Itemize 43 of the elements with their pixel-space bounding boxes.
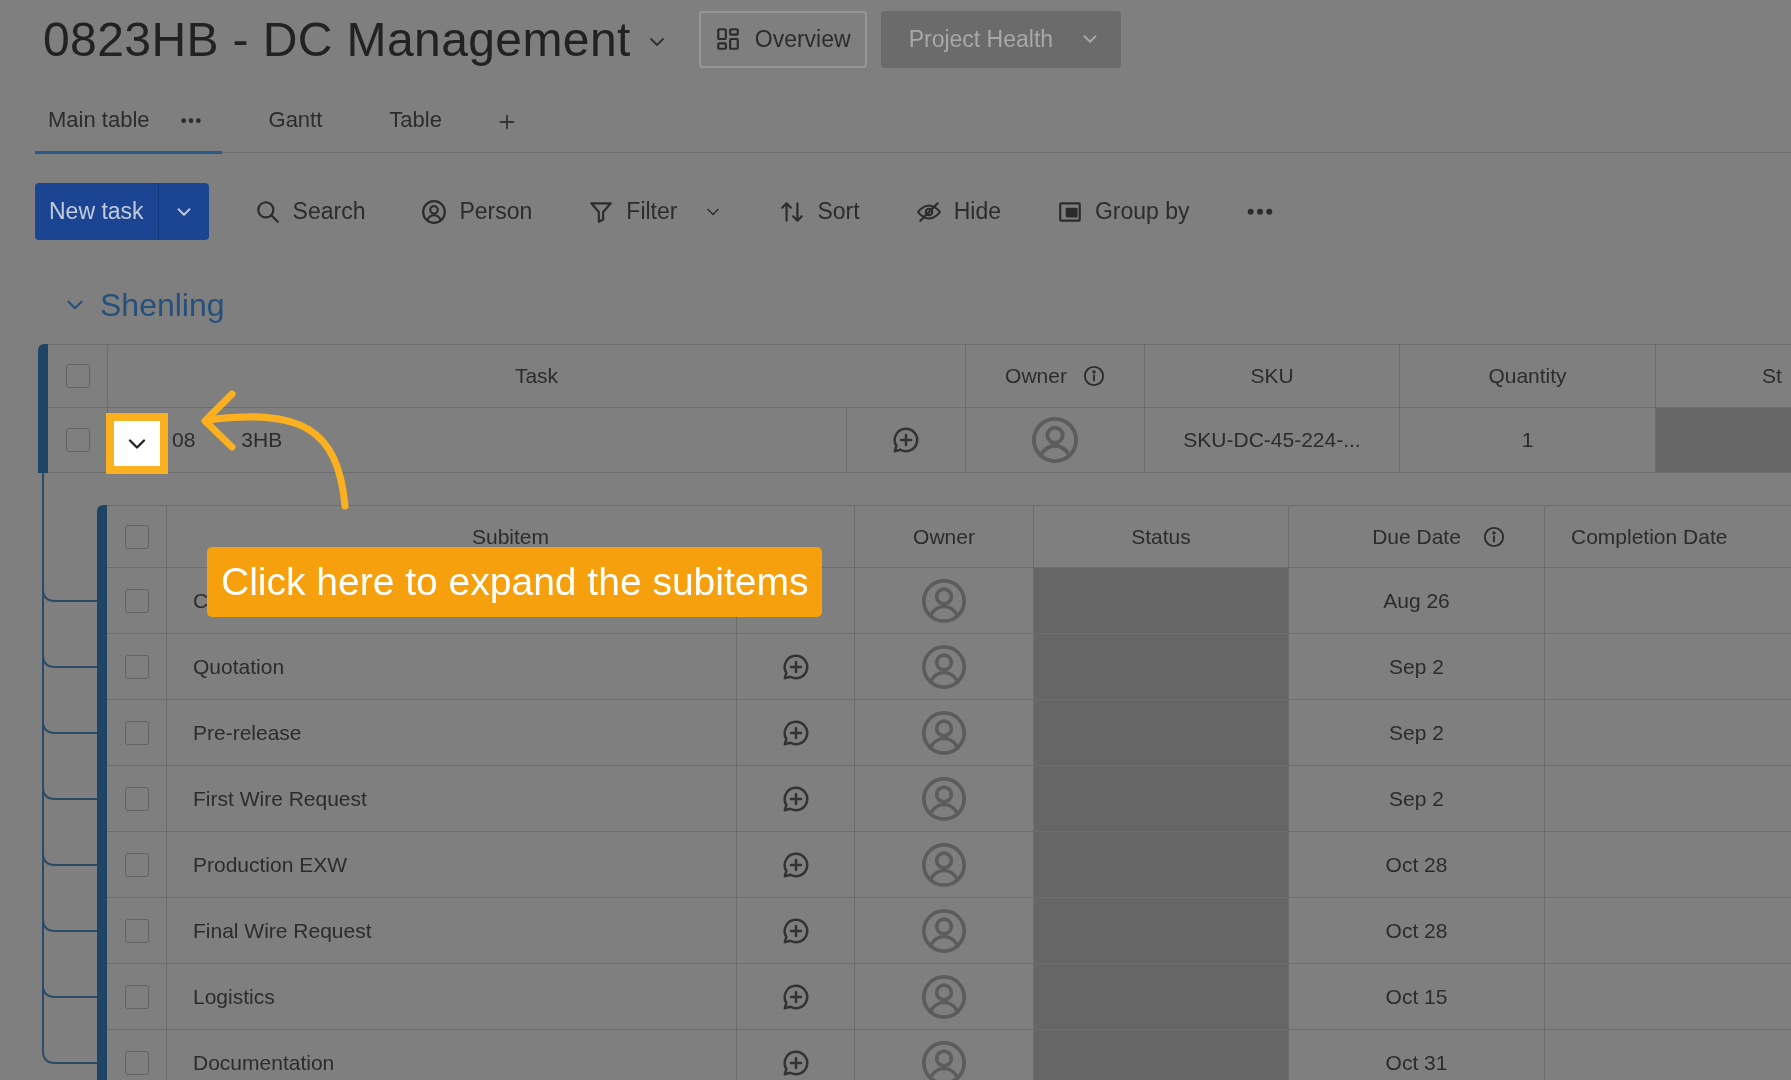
subitem-name[interactable]: First Wire Request: [193, 786, 367, 811]
subitem-name[interactable]: C: [193, 588, 209, 613]
toolbar-button[interactable]: Search: [254, 198, 366, 225]
column-header: Owner: [1005, 364, 1067, 388]
toolbar-button[interactable]: Sort: [779, 198, 860, 225]
view-button[interactable]: Overview: [698, 10, 867, 68]
column-header: Subitem: [471, 524, 549, 549]
column-header: Owner: [913, 524, 975, 549]
due-date: Sep 2: [1389, 654, 1444, 679]
subitem-name[interactable]: Final Wire Request: [193, 918, 372, 943]
task-name[interactable]: 3HB: [241, 428, 283, 452]
subitem-name[interactable]: Production EXW: [193, 852, 348, 877]
task-name[interactable]: 08: [172, 428, 196, 452]
subitem-name[interactable]: Pre-release: [193, 720, 302, 745]
tooltip: Click here to expand the subitems: [207, 547, 823, 617]
group-name[interactable]: Shenling: [100, 286, 225, 324]
toolbar-button[interactable]: Group by: [1056, 198, 1190, 225]
toolbar-button[interactable]: Hide: [915, 198, 1001, 225]
column-header: Completion Date: [1571, 524, 1728, 549]
subitem-name[interactable]: Logistics: [193, 984, 275, 1009]
table-cell: SKU-DC-45-224-...: [1183, 428, 1361, 452]
column-header: SKU: [1250, 364, 1294, 388]
due-date: Oct 15: [1385, 984, 1448, 1009]
column-header: St: [1762, 364, 1782, 388]
view-tab[interactable]: Main table: [35, 78, 222, 154]
column-header: Due Date: [1372, 524, 1461, 549]
table-cell: 1: [1521, 428, 1534, 452]
board-title: 0823HB - DC Management: [43, 11, 631, 67]
column-header: Status: [1131, 524, 1191, 549]
due-date: Oct 31: [1385, 1050, 1448, 1075]
due-date: Aug 26: [1383, 588, 1450, 613]
view-tab[interactable]: Gantt: [255, 78, 343, 154]
column-header: Quantity: [1488, 364, 1567, 388]
due-date: Sep 2: [1389, 786, 1444, 811]
toolbar-button[interactable]: Person: [421, 198, 533, 225]
subitem-name[interactable]: Quotation: [193, 654, 285, 679]
subitem-name[interactable]: Documentation: [193, 1050, 335, 1075]
due-date: Sep 2: [1389, 720, 1444, 745]
due-date: Oct 28: [1385, 918, 1448, 943]
due-date: Oct 28: [1385, 852, 1448, 877]
view-tab[interactable]: Table: [376, 78, 462, 154]
toolbar-button[interactable]: Filter: [588, 198, 724, 225]
column-header: Task: [514, 364, 559, 388]
